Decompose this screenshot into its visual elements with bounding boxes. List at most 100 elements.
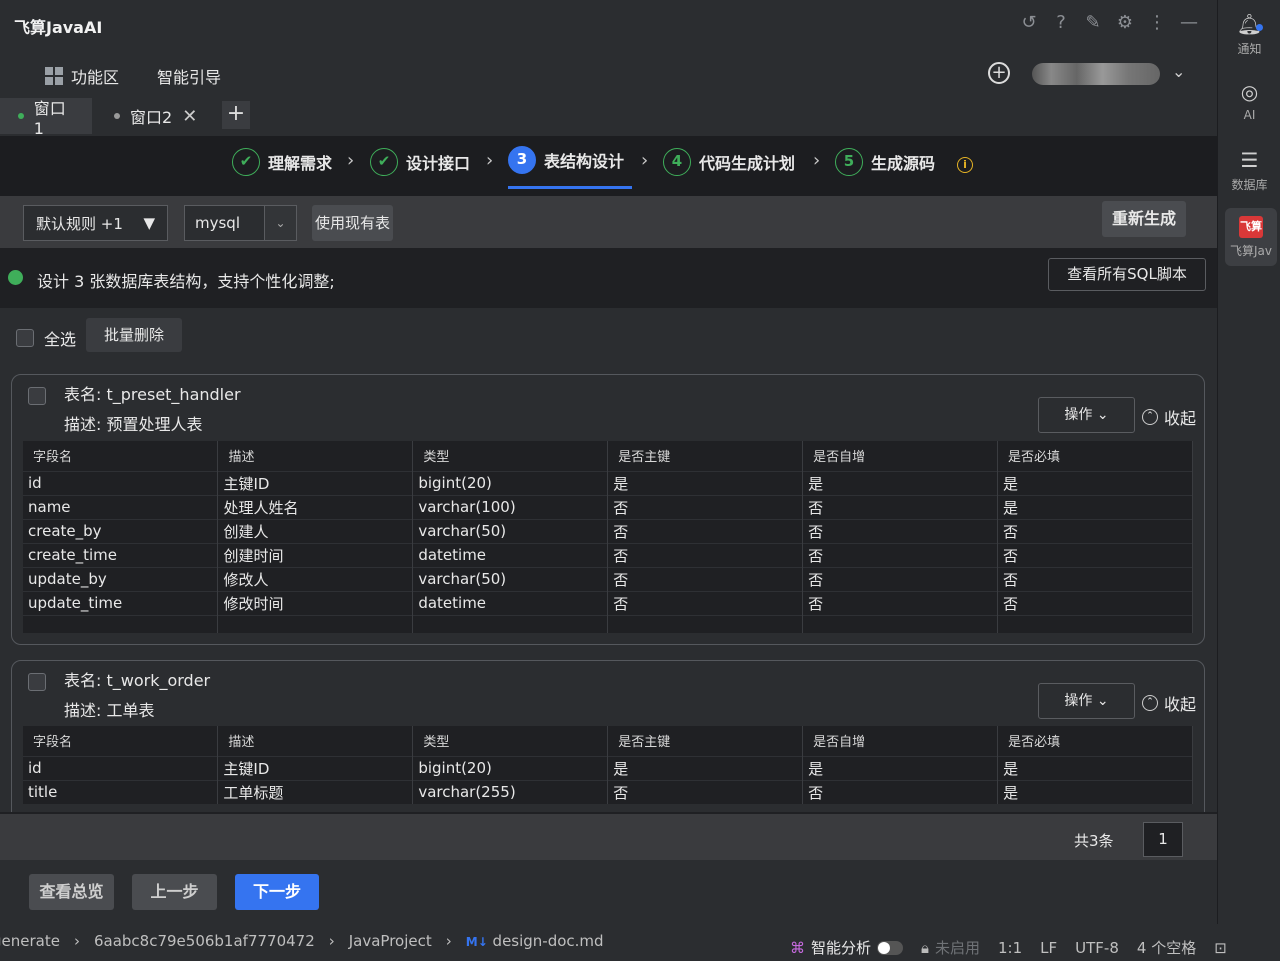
chevron-right-icon: ›: [347, 150, 355, 171]
checkbox[interactable]: [28, 387, 46, 405]
chevron-right-icon: ›: [328, 932, 335, 950]
overview-button[interactable]: 查看总览: [29, 874, 114, 910]
db-select[interactable]: mysql ⌄: [184, 205, 297, 241]
table-cell: 工单标题: [217, 779, 414, 804]
table-cell: varchar(50): [412, 566, 609, 591]
table-cell: create_time: [23, 542, 219, 567]
table-cell: 否: [607, 590, 804, 615]
table-cell: 否: [802, 494, 999, 519]
rule-select[interactable]: 默认规则 +1 ▼: [23, 205, 168, 241]
table-row[interactable]: id 主键ID bigint(20) 是是是: [23, 470, 1193, 495]
fields-table: 字段名 描述 类型 是否主键 是否自增 是否必填 id 主键ID bigint(20) 是是是 na…: [23, 441, 1193, 633]
table-cell: 是: [997, 494, 1193, 519]
smart-analysis[interactable]: ⌘ 智能分析: [790, 937, 904, 958]
notification-dot: [1256, 24, 1263, 31]
check-icon: ✔: [370, 148, 398, 176]
table-cell: datetime: [412, 542, 609, 567]
breadcrumb-item[interactable]: JavaProject: [349, 932, 432, 950]
step-3[interactable]: 3 表结构设计: [508, 146, 624, 174]
operations-dropdown[interactable]: 操作 ⌄: [1038, 683, 1135, 719]
table-cell: update_by: [23, 566, 219, 591]
table-row[interactable]: create_time 创建时间 datetime 否否否: [23, 542, 1193, 567]
right-sidebar: 🔔︎ 通知 ◎ AI ☰ 数据库 飞算 飞算Jav: [1217, 0, 1280, 924]
checkbox[interactable]: [28, 673, 46, 691]
step-2[interactable]: ✔ 设计接口: [370, 148, 470, 176]
page-button[interactable]: 1: [1143, 822, 1183, 857]
breadcrumb-item[interactable]: 6aabc8c79e506b1af7770472: [94, 932, 315, 950]
settings-icon[interactable]: ⚙: [1115, 12, 1135, 33]
step-4[interactable]: 4 代码生成计划: [663, 148, 795, 176]
table-row[interactable]: update_by 修改人 varchar(50) 否否否: [23, 566, 1193, 591]
encoding[interactable]: UTF-8: [1075, 939, 1119, 957]
table-cell: 主键ID: [217, 470, 414, 495]
collapse-button[interactable]: ⌃ 收起: [1142, 405, 1196, 429]
menu-guide[interactable]: 智能引导: [157, 64, 221, 88]
edit-icon[interactable]: ✎: [1083, 12, 1103, 33]
table-row[interactable]: title 工单标题 varchar(255) 否否是: [23, 779, 1193, 804]
analysis-toggle[interactable]: [877, 940, 904, 955]
avatar[interactable]: [1032, 63, 1160, 85]
table-row[interactable]: create_by 创建人 varchar(50) 否否否: [23, 518, 1193, 543]
table-cell: bigint(20): [412, 755, 609, 780]
table-row[interactable]: name 处理人姓名 varchar(100) 否否是: [23, 494, 1193, 519]
analysis-icon: ⌘: [790, 938, 805, 957]
menu-workspace[interactable]: 功能区: [45, 64, 119, 88]
line-ending[interactable]: LF: [1040, 939, 1057, 957]
sidebar-item-ai[interactable]: ◎ AI: [1218, 80, 1280, 122]
view-sql-button[interactable]: 查看所有SQL脚本: [1048, 258, 1206, 291]
table-cell: 否: [997, 590, 1193, 615]
tab-window-2[interactable]: 窗口2 ✕: [96, 98, 215, 134]
lock-icon: 🔒︎: [921, 938, 929, 957]
batch-delete-button[interactable]: 批量删除: [86, 318, 182, 352]
unlock-icon[interactable]: ⊡: [1214, 939, 1227, 957]
table-cell: 创建人: [217, 518, 414, 543]
checkbox[interactable]: [16, 329, 34, 347]
ai-icon: ◎: [1240, 80, 1259, 104]
table-cell: [23, 614, 219, 633]
table-header-row: 字段名 描述 类型 是否主键 是否自增 是否必填: [23, 441, 1193, 471]
more-icon[interactable]: ⋮: [1147, 12, 1167, 33]
table-card: 表名: t_work_order 描述: 工单表 操作 ⌄ ⌃ 收起 字段名 描述…: [11, 660, 1205, 812]
status-right: ⌘ 智能分析 🔒︎ 未启用 1:1 LF UTF-8 4 个空格 ⊡: [790, 937, 1227, 958]
table-list: 全选 批量删除 表名: t_preset_handler 描述: 预置处理人表 …: [0, 308, 1217, 812]
table-row[interactable]: update_time 修改时间 datetime 否否否: [23, 590, 1193, 615]
tab-window-1[interactable]: 窗口1: [0, 98, 92, 138]
breadcrumb-item[interactable]: generate: [0, 932, 60, 950]
table-cell: 否: [997, 542, 1193, 567]
zoom-level[interactable]: 1:1: [998, 939, 1022, 957]
next-button[interactable]: 下一步: [235, 874, 319, 910]
close-icon[interactable]: ✕: [182, 106, 197, 127]
indent-setting[interactable]: 4 个空格: [1137, 937, 1196, 958]
operations-dropdown[interactable]: 操作 ⌄: [1038, 397, 1135, 433]
table-filler-row: [23, 614, 1193, 633]
add-circle-icon[interactable]: +: [988, 62, 1010, 84]
chevron-down-icon[interactable]: ⌄: [1172, 62, 1185, 81]
table-cell: 处理人姓名: [217, 494, 414, 519]
sidebar-item-notify[interactable]: 🔔︎ 通知: [1218, 12, 1280, 57]
column-header: 是否必填: [997, 726, 1193, 756]
minimize-icon[interactable]: —: [1179, 12, 1199, 33]
prev-button[interactable]: 上一步: [132, 874, 217, 910]
help-icon[interactable]: ?: [1051, 12, 1071, 33]
add-tab-button[interactable]: +: [222, 101, 250, 129]
column-header: 是否主键: [607, 726, 804, 756]
sidebar-item-brand[interactable]: 飞算 飞算Jav: [1225, 208, 1277, 266]
check-icon: ✔: [232, 148, 260, 176]
select-all[interactable]: 全选: [16, 326, 76, 350]
table-cell: 是: [802, 470, 999, 495]
use-existing-button[interactable]: 使用现有表: [312, 205, 393, 241]
step-1[interactable]: ✔ 理解需求: [232, 148, 332, 176]
regenerate-button[interactable]: 重新生成: [1102, 201, 1186, 237]
history-icon[interactable]: ↺: [1019, 12, 1039, 33]
column-header: 是否必填: [997, 441, 1193, 471]
sidebar-item-database[interactable]: ☰ 数据库: [1218, 148, 1280, 193]
status-bar: generate › 6aabc8c79e506b1af7770472 › Ja…: [0, 924, 1280, 961]
table-name: 表名: t_work_order: [64, 671, 211, 690]
table-cell: [412, 614, 609, 633]
info-icon[interactable]: i: [957, 157, 973, 173]
table-cell: create_by: [23, 518, 219, 543]
step-5[interactable]: 5 生成源码: [835, 148, 935, 176]
table-row[interactable]: id 主键ID bigint(20) 是是是: [23, 755, 1193, 780]
collapse-button[interactable]: ⌃ 收起: [1142, 691, 1196, 715]
breadcrumb-item[interactable]: M↓ design-doc.md: [466, 932, 604, 950]
